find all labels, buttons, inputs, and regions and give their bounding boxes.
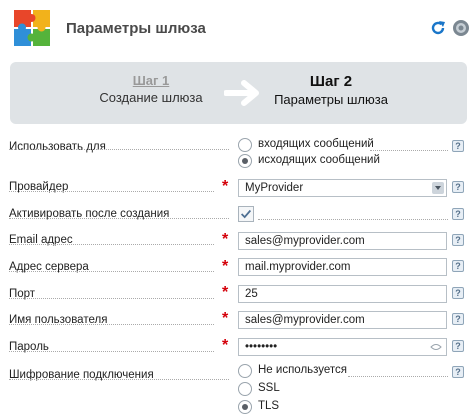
checkmark-icon — [241, 209, 252, 219]
required-mark: * — [222, 310, 229, 327]
password-value: •••••••• — [245, 341, 278, 353]
radio-tls-label: TLS — [258, 400, 280, 412]
server-input[interactable] — [238, 258, 447, 276]
username-input[interactable] — [238, 311, 447, 329]
use-for-label: Использовать для — [9, 141, 106, 153]
help-encryption-icon[interactable]: ? — [452, 366, 464, 378]
radio-outgoing-label: исходящих сообщений — [258, 154, 380, 166]
help-email-icon[interactable]: ? — [452, 234, 464, 246]
port-input[interactable] — [238, 285, 447, 303]
step-1-name: Создание шлюза — [99, 90, 203, 105]
radio-outgoing-button[interactable] — [238, 154, 252, 168]
password-input[interactable]: •••••••• — [238, 338, 447, 356]
help-use-for-icon[interactable]: ? — [452, 140, 464, 152]
puzzle-logo-icon — [14, 10, 50, 46]
help-activate-icon[interactable]: ? — [452, 208, 464, 220]
step-1-number[interactable]: Шаг 1 — [76, 73, 226, 88]
required-mark: * — [222, 284, 229, 301]
chevron-down-icon[interactable] — [432, 182, 444, 194]
provider-select[interactable]: MyProvider — [238, 179, 447, 197]
help-port-icon[interactable]: ? — [452, 287, 464, 299]
step-1[interactable]: Шаг 1 Создание шлюза — [76, 73, 226, 105]
provider-value: MyProvider — [245, 182, 304, 194]
required-mark: * — [222, 337, 229, 354]
required-mark: * — [222, 178, 229, 195]
activate-checkbox[interactable] — [238, 206, 254, 222]
email-input[interactable] — [238, 232, 447, 250]
eye-icon[interactable] — [430, 343, 442, 351]
help-username-icon[interactable]: ? — [452, 313, 464, 325]
required-mark: * — [222, 231, 229, 248]
header: Параметры шлюза — [0, 0, 474, 58]
radio-incoming-button[interactable] — [238, 138, 252, 152]
step-2-number: Шаг 2 — [309, 73, 353, 90]
radio-tls-button[interactable] — [238, 400, 252, 414]
refresh-icon[interactable] — [430, 20, 446, 36]
radio-ssl-button[interactable] — [238, 382, 252, 396]
step-2-name: Параметры шлюза — [274, 92, 388, 107]
step-2: Шаг 2 Параметры шлюза — [256, 73, 406, 107]
radio-ssl-label: SSL — [258, 382, 280, 394]
required-mark: * — [222, 258, 229, 275]
radio-none-label: Не используется — [258, 364, 348, 376]
settings-icon[interactable] — [452, 19, 470, 37]
help-password-icon[interactable]: ? — [452, 340, 464, 352]
help-server-icon[interactable]: ? — [452, 260, 464, 272]
page-title: Параметры шлюза — [66, 20, 206, 37]
radio-none-button[interactable] — [238, 364, 252, 378]
help-provider-icon[interactable]: ? — [452, 181, 464, 193]
radio-incoming-label: входящих сообщений — [258, 138, 374, 150]
wizard-steps: Шаг 1 Создание шлюза Шаг 2 Параметры шлю… — [10, 62, 467, 124]
